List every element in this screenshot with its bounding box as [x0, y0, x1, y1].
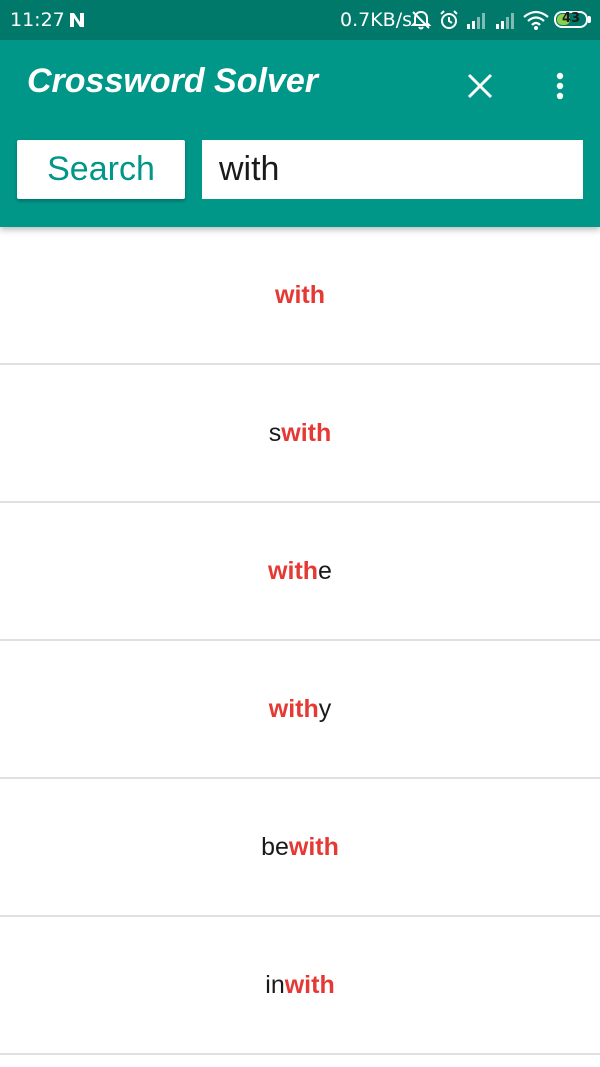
result-item[interactable]: with e: [0, 503, 600, 641]
result-match: with: [284, 970, 335, 999]
mute-icon: [410, 10, 432, 30]
results-list: with s with with e with y be with in with: [0, 227, 600, 1055]
app-title: Crossword Solver: [27, 62, 318, 100]
status-time: 11:27: [10, 9, 65, 31]
alarm-icon: [440, 10, 458, 29]
battery-level: 43: [561, 11, 581, 26]
overflow-menu-button[interactable]: [540, 64, 580, 108]
battery-tip: [588, 16, 591, 23]
result-match: with: [275, 280, 325, 309]
signal-icon: [467, 13, 485, 29]
result-match: with: [268, 694, 319, 723]
status-bar: 11:27 0.7KB/s 43: [0, 0, 600, 40]
result-item[interactable]: with y: [0, 641, 600, 779]
result-suffix: y: [318, 694, 332, 723]
result-prefix: in: [265, 970, 285, 999]
app-bar: Crossword Solver Search with: [0, 40, 600, 227]
result-item[interactable]: in with: [0, 917, 600, 1055]
result-item[interactable]: be with: [0, 779, 600, 917]
result-item[interactable]: s with: [0, 365, 600, 503]
result-match: with: [281, 418, 332, 447]
signal-icon: [496, 13, 514, 29]
result-match: with: [288, 832, 339, 861]
result-suffix: e: [318, 556, 332, 585]
wifi-icon: [523, 10, 549, 30]
result-match: with: [268, 556, 319, 585]
search-button[interactable]: Search: [17, 140, 185, 199]
n-notification-icon: [70, 13, 84, 27]
more-vert-icon: [556, 72, 564, 100]
battery-icon: 43: [554, 11, 588, 28]
result-prefix: be: [261, 832, 289, 861]
result-prefix: s: [268, 418, 282, 447]
close-icon: [467, 73, 493, 99]
result-item[interactable]: with: [0, 227, 600, 365]
clear-button[interactable]: [458, 64, 502, 108]
search-input[interactable]: with: [202, 140, 583, 199]
network-speed: 0.7KB/s: [340, 9, 413, 31]
